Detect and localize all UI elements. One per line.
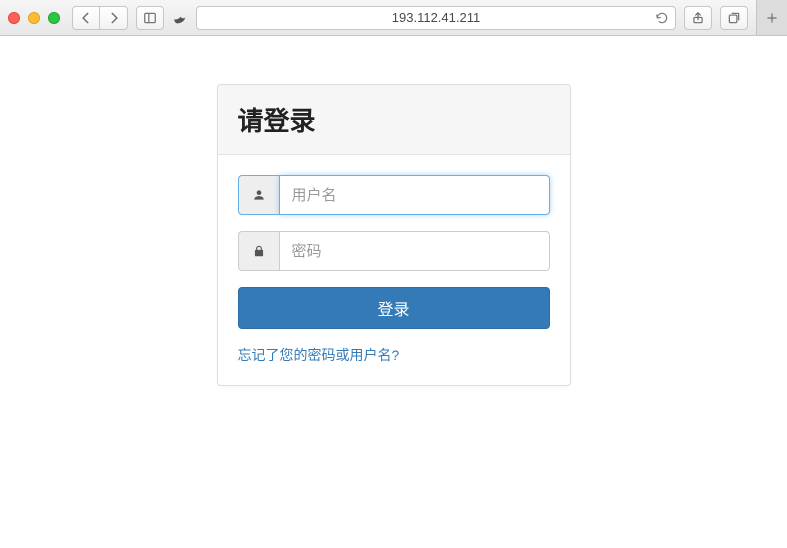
share-icon <box>691 11 705 25</box>
window-controls <box>8 12 60 24</box>
bird-icon <box>172 10 188 26</box>
address-bar-text: 193.112.41.211 <box>392 10 480 25</box>
sidebar-icon <box>143 11 157 25</box>
reload-icon <box>655 11 669 25</box>
password-addon <box>238 231 279 271</box>
chevron-right-icon <box>107 11 121 25</box>
plus-icon <box>765 11 779 25</box>
sidebar-toggle-button[interactable] <box>136 6 164 30</box>
lock-icon <box>252 244 266 258</box>
window-maximize-button[interactable] <box>48 12 60 24</box>
user-icon <box>252 188 266 202</box>
tabs-button[interactable] <box>720 6 748 30</box>
login-panel-body: 登录 忘记了您的密码或用户名? <box>218 155 570 385</box>
browser-toolbar: 193.112.41.211 <box>0 0 787 36</box>
page-content: 请登录 登录 忘记了您的密码或用户名? <box>0 36 787 386</box>
login-panel-header: 请登录 <box>218 85 570 155</box>
address-bar[interactable]: 193.112.41.211 <box>196 6 676 30</box>
new-tab-button[interactable] <box>756 0 787 35</box>
login-panel: 请登录 登录 忘记了您的密码或用户名? <box>217 84 571 386</box>
back-button[interactable] <box>72 6 100 30</box>
password-input[interactable] <box>279 231 550 271</box>
nav-buttons <box>72 6 128 30</box>
password-field-group <box>238 231 550 271</box>
reload-button[interactable] <box>655 11 669 25</box>
site-favicon <box>172 10 188 26</box>
tabs-icon <box>727 11 741 25</box>
share-button[interactable] <box>684 6 712 30</box>
chevron-left-icon <box>79 11 93 25</box>
username-field-group <box>238 175 550 215</box>
window-close-button[interactable] <box>8 12 20 24</box>
forgot-link[interactable]: 忘记了您的密码或用户名? <box>238 345 400 365</box>
login-submit-button[interactable]: 登录 <box>238 287 550 329</box>
username-addon <box>238 175 279 215</box>
forward-button[interactable] <box>100 6 128 30</box>
username-input[interactable] <box>279 175 550 215</box>
window-minimize-button[interactable] <box>28 12 40 24</box>
login-title: 请登录 <box>238 101 550 138</box>
